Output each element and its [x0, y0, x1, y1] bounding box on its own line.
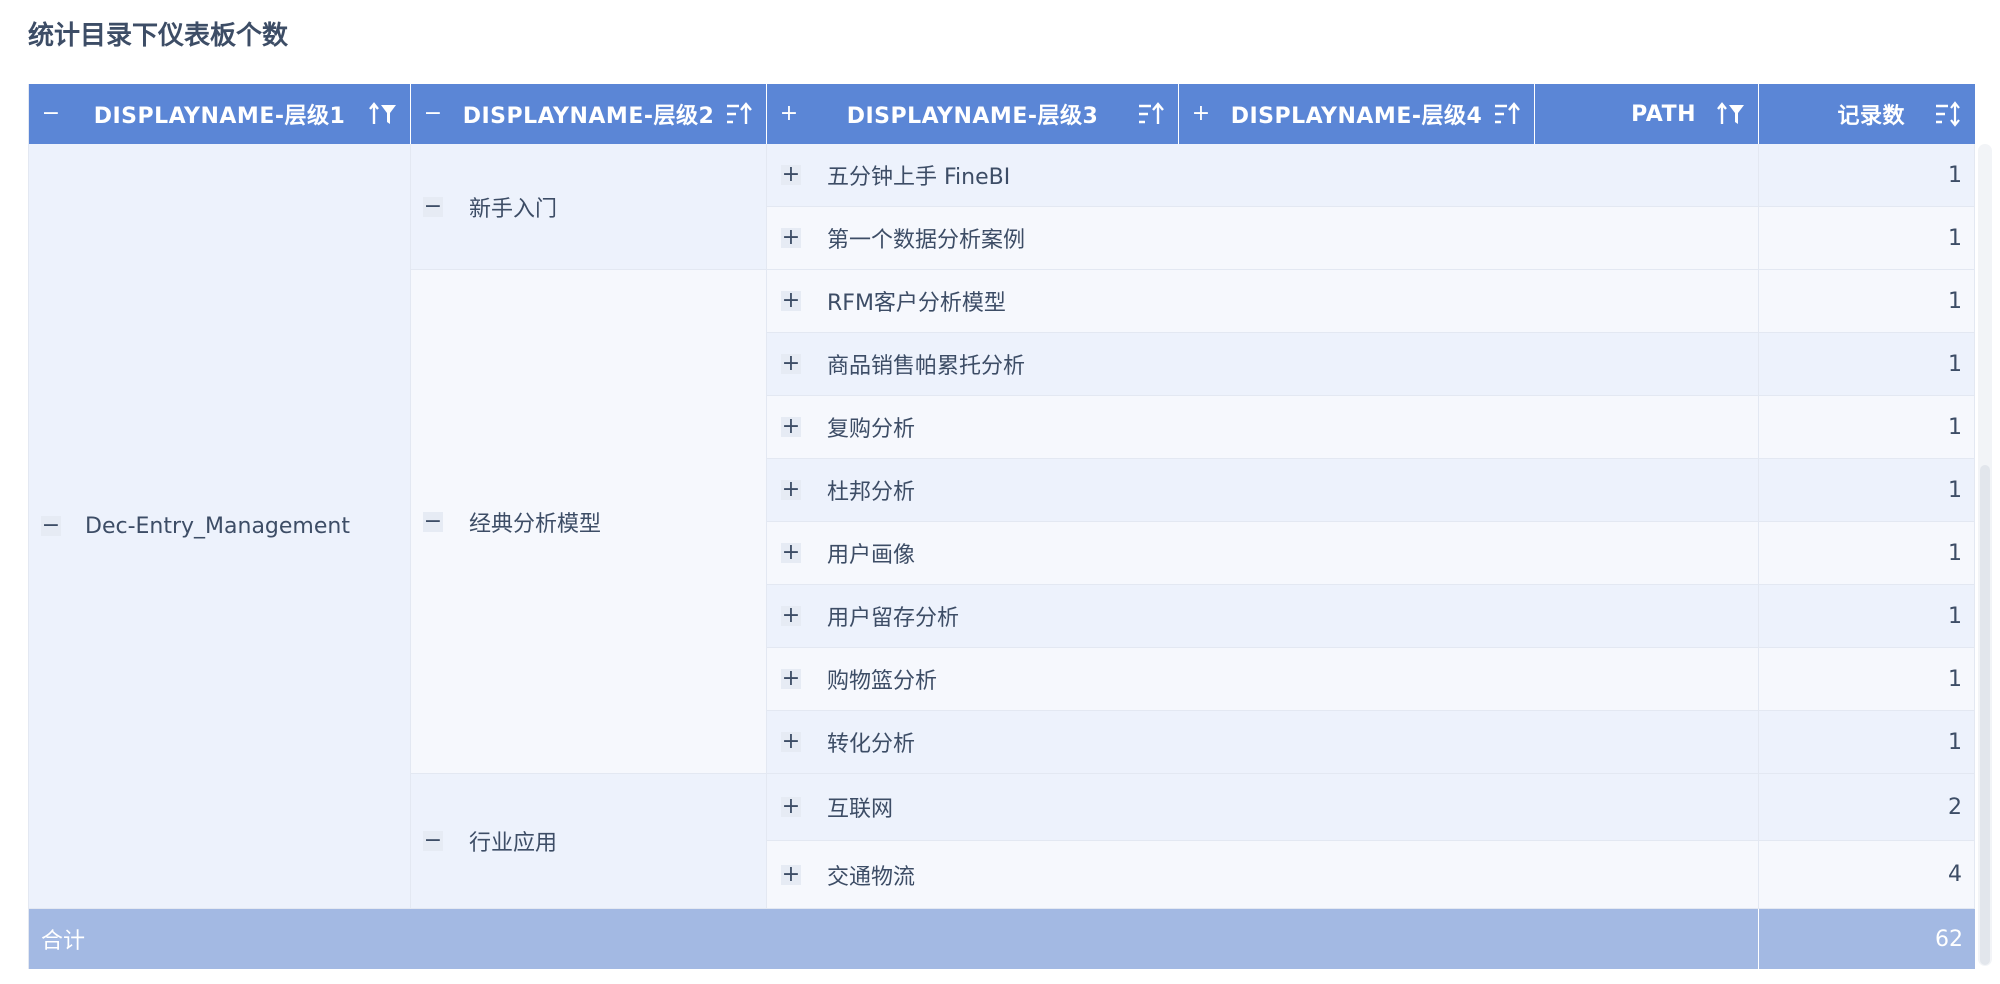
row-label: 五分钟上手 FineBI [827, 165, 1011, 190]
table-row[interactable]: + 复购分析 [767, 396, 1759, 459]
table-row[interactable]: + 用户留存分析 [767, 585, 1759, 648]
row-label: 互联网 [827, 797, 894, 822]
expand-icon[interactable]: + [781, 542, 801, 564]
sort-asc-icon[interactable] [724, 100, 754, 128]
row-label: 复购分析 [827, 417, 916, 442]
count-value: 1 [1948, 351, 1962, 377]
row-label: 杜邦分析 [827, 480, 916, 505]
count-cell: 1 [1759, 144, 1975, 207]
count-value: 1 [1948, 288, 1962, 314]
sort-asc-filter-icon[interactable] [368, 100, 398, 128]
expand-icon[interactable]: + [781, 290, 801, 312]
collapse-icon[interactable]: − [423, 830, 443, 852]
count-value: 1 [1948, 477, 1962, 503]
row-label: 用户留存分析 [827, 606, 960, 631]
row-label: 交通物流 [827, 864, 916, 890]
table-row[interactable]: + 商品销售帕累托分析 [767, 333, 1759, 396]
level2-cell: − 新手入门 [411, 144, 767, 270]
header-level2[interactable]: − DISPLAYNAME-层级2 [411, 84, 767, 144]
total-row-label-cell: 合计 [29, 909, 1759, 969]
page-title: 统计目录下仪表板个数 [28, 21, 289, 51]
count-value: 1 [1948, 414, 1962, 440]
sort-asc-filter-icon[interactable] [1716, 100, 1746, 128]
count-cell: 1 [1759, 522, 1975, 585]
expand-icon[interactable]: + [781, 164, 801, 186]
header-level3[interactable]: + DISPLAYNAME-层级3 [767, 84, 1179, 144]
pivot-table: − DISPLAYNAME-层级1 − DISPLAYNAME-层级2 + DI… [28, 84, 1975, 969]
expand-icon[interactable]: + [781, 668, 801, 690]
count-cell: 1 [1759, 333, 1975, 396]
header-label: DISPLAYNAME-层级4 [1230, 104, 1483, 129]
total-count: 62 [1935, 926, 1963, 952]
level2-label: 经典分析模型 [469, 511, 602, 537]
header-record-count[interactable]: 记录数 [1759, 84, 1975, 144]
count-cell: 1 [1759, 459, 1975, 522]
count-cell: 4 [1759, 841, 1975, 909]
count-value: 1 [1948, 603, 1962, 629]
count-value: 1 [1948, 729, 1962, 755]
row-label: 商品销售帕累托分析 [827, 354, 1026, 379]
count-cell: 1 [1759, 648, 1975, 711]
total-count-cell: 62 [1759, 909, 1975, 969]
table-row[interactable]: + 购物篮分析 [767, 648, 1759, 711]
header-path[interactable]: PATH [1535, 84, 1759, 144]
level2-cell: − 行业应用 [411, 774, 767, 909]
count-cell: 1 [1759, 207, 1975, 270]
level1-label: Dec-Entry_Management [85, 513, 350, 539]
sort-both-icon[interactable] [1933, 100, 1963, 128]
header-label: DISPLAYNAME-层级3 [846, 104, 1099, 129]
table-row[interactable]: + 交通物流 [767, 841, 1759, 909]
header-level4[interactable]: + DISPLAYNAME-层级4 [1179, 84, 1535, 144]
level2-label: 新手入门 [469, 196, 558, 222]
expand-icon[interactable]: + [781, 863, 801, 885]
count-value: 1 [1948, 225, 1962, 251]
count-value: 1 [1948, 666, 1962, 692]
expand-icon[interactable]: + [781, 796, 801, 818]
row-label: 用户画像 [827, 543, 916, 568]
table-row[interactable]: + 五分钟上手 FineBI [767, 144, 1759, 207]
count-cell: 1 [1759, 396, 1975, 459]
expand-icon[interactable]: + [781, 416, 801, 438]
row-label: 转化分析 [827, 732, 916, 757]
expand-icon[interactable]: + [781, 227, 801, 249]
table-row[interactable]: + 转化分析 [767, 711, 1759, 774]
level2-label: 行业应用 [469, 831, 558, 856]
table-row[interactable]: + 用户画像 [767, 522, 1759, 585]
expand-icon[interactable]: + [781, 605, 801, 627]
count-value: 1 [1948, 540, 1962, 566]
scrollbar-thumb[interactable] [1980, 465, 1990, 965]
header-label: DISPLAYNAME-层级1 [93, 104, 346, 129]
count-cell: 1 [1759, 270, 1975, 333]
collapse-icon[interactable]: − [423, 510, 443, 532]
sort-asc-icon[interactable] [1136, 100, 1166, 128]
table-row[interactable]: + 互联网 [767, 774, 1759, 841]
expand-icon[interactable]: + [781, 479, 801, 501]
row-label: 购物篮分析 [827, 669, 938, 694]
header-label: DISPLAYNAME-层级2 [462, 104, 715, 129]
total-label: 合计 [41, 929, 86, 954]
sort-asc-icon[interactable] [1492, 100, 1522, 128]
collapse-icon[interactable]: − [41, 515, 61, 537]
level1-cell: − Dec-Entry_Management [29, 144, 411, 909]
table-row[interactable]: + RFM客户分析模型 [767, 270, 1759, 333]
table-row[interactable]: + 第一个数据分析案例 [767, 207, 1759, 270]
table-row[interactable]: + 杜邦分析 [767, 459, 1759, 522]
count-cell: 1 [1759, 711, 1975, 774]
count-value: 4 [1948, 862, 1962, 887]
row-label: RFM客户分析模型 [827, 291, 1006, 316]
level2-cell: − 经典分析模型 [411, 270, 767, 774]
count-cell: 2 [1759, 774, 1975, 841]
count-value: 2 [1948, 794, 1962, 820]
row-label: 第一个数据分析案例 [827, 228, 1026, 253]
count-value: 1 [1948, 162, 1962, 188]
expand-icon[interactable]: + [781, 731, 801, 753]
count-cell: 1 [1759, 585, 1975, 648]
collapse-icon[interactable]: − [423, 195, 443, 217]
header-level1[interactable]: − DISPLAYNAME-层级1 [29, 84, 411, 144]
expand-icon[interactable]: + [781, 353, 801, 375]
